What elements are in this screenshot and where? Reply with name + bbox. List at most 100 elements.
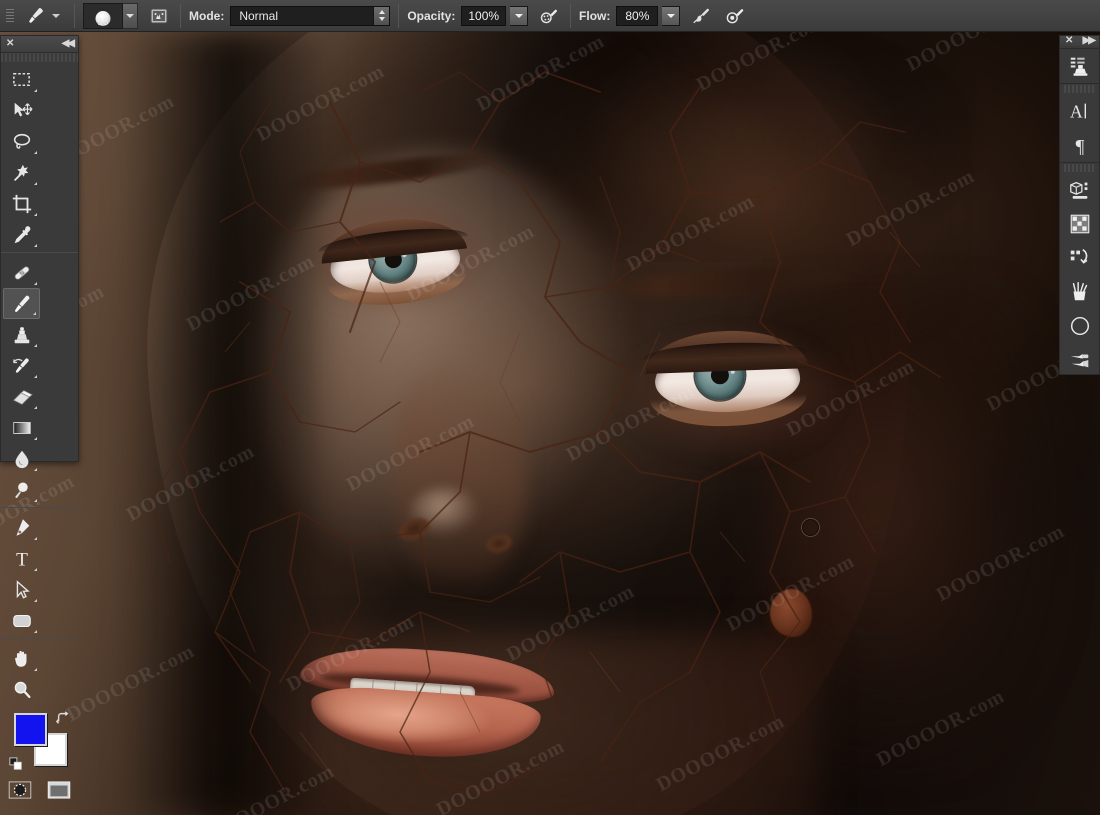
tools-panel: ✕ ◀◀ T bbox=[0, 35, 79, 799]
lips bbox=[298, 641, 560, 772]
measurement-log-panel[interactable] bbox=[1060, 207, 1099, 241]
blur-tool[interactable] bbox=[3, 443, 40, 474]
flyout-indicator bbox=[34, 406, 37, 409]
dock-grip[interactable] bbox=[1064, 164, 1095, 172]
crop-tool[interactable] bbox=[3, 188, 40, 219]
brush-panel[interactable] bbox=[1060, 343, 1099, 377]
brush-picker-button[interactable] bbox=[123, 2, 138, 29]
path-selection-tool[interactable] bbox=[3, 574, 40, 605]
options-bar-grip[interactable] bbox=[6, 5, 16, 27]
flyout-indicator bbox=[34, 568, 37, 571]
close-icon[interactable]: ✕ bbox=[6, 39, 14, 49]
document-canvas[interactable]: DOOOOR.com DOOOOR.com DOOOOR.com DOOOOR.… bbox=[0, 32, 1100, 815]
flow-value[interactable]: 80% bbox=[616, 5, 659, 26]
flyout-indicator bbox=[34, 375, 37, 378]
opacity-label: Opacity: bbox=[407, 8, 456, 23]
photoshop-window: 15 Mode: Normal Opacity: 100% Flow: 80% … bbox=[0, 0, 1100, 815]
blend-mode-value: Normal bbox=[239, 8, 278, 23]
divider bbox=[570, 3, 572, 28]
flow-slider-button[interactable] bbox=[662, 5, 681, 26]
flyout-indicator bbox=[34, 282, 37, 285]
pressure-opacity-icon[interactable] bbox=[536, 4, 562, 28]
skin-blemish bbox=[770, 589, 812, 637]
flyout-indicator bbox=[34, 89, 37, 92]
pen-tool[interactable] bbox=[3, 512, 40, 543]
flyout-indicator bbox=[34, 182, 37, 185]
flyout-indicator bbox=[34, 537, 37, 540]
dodge-tool[interactable] bbox=[3, 474, 40, 505]
rounded-rectangle-tool[interactable] bbox=[3, 605, 40, 636]
tool-grid-retouch bbox=[1, 255, 78, 505]
default-colors-icon[interactable] bbox=[9, 757, 23, 771]
eraser-tool[interactable] bbox=[3, 381, 40, 412]
flyout-indicator bbox=[34, 668, 37, 671]
dock-grip[interactable] bbox=[1064, 85, 1095, 93]
double-chevron-right-icon[interactable]: ▶▶ bbox=[1083, 36, 1096, 46]
opacity-value[interactable]: 100% bbox=[461, 5, 507, 26]
divider bbox=[398, 3, 400, 28]
eyedropper-tool[interactable] bbox=[3, 219, 40, 250]
flyout-indicator bbox=[34, 244, 37, 247]
brush-preview[interactable]: 15 bbox=[83, 2, 123, 29]
screen-mode-button[interactable] bbox=[46, 780, 72, 800]
rectangular-marquee-tool[interactable] bbox=[3, 64, 40, 95]
history-panel[interactable] bbox=[1060, 241, 1099, 275]
airbrush-icon[interactable] bbox=[722, 4, 748, 28]
mode-label: Mode: bbox=[189, 8, 225, 23]
flyout-indicator bbox=[33, 312, 36, 315]
paragraph-panel[interactable]: ¶ bbox=[1060, 128, 1099, 162]
dock-header[interactable]: ✕ ▶▶ bbox=[1060, 36, 1099, 46]
tool-grid-vector: T bbox=[1, 510, 78, 636]
foreground-color-swatch[interactable] bbox=[14, 713, 47, 746]
brush-icon[interactable] bbox=[20, 4, 50, 28]
airbrush-disabled-icon[interactable] bbox=[688, 4, 714, 28]
flow-field[interactable]: 80% bbox=[616, 5, 681, 26]
hand-tool[interactable] bbox=[3, 643, 40, 674]
double-chevron-left-icon[interactable]: ◀◀ bbox=[62, 39, 75, 49]
chevron-down-icon bbox=[666, 13, 675, 18]
divider bbox=[74, 3, 75, 28]
chevron-down-icon bbox=[514, 13, 523, 18]
panel-dock: ✕ ▶▶ A ¶ bbox=[1059, 35, 1100, 375]
character-panel[interactable]: A bbox=[1060, 94, 1099, 128]
swap-colors-icon[interactable] bbox=[56, 711, 70, 725]
tool-grid bbox=[1, 62, 78, 250]
opacity-field[interactable]: 100% bbox=[461, 5, 529, 26]
brush-panel-icon[interactable] bbox=[146, 4, 172, 28]
options-bar: 15 Mode: Normal Opacity: 100% Flow: 80% bbox=[0, 0, 1100, 32]
move-tool[interactable] bbox=[3, 95, 40, 126]
opacity-slider-button[interactable] bbox=[510, 5, 529, 26]
brush-tool[interactable] bbox=[3, 288, 40, 319]
divider bbox=[1, 638, 78, 639]
magic-wand-tool[interactable] bbox=[3, 157, 40, 188]
tool-presets-panel[interactable] bbox=[1060, 49, 1099, 83]
spot-healing-brush-tool[interactable] bbox=[3, 257, 40, 288]
blend-mode-select[interactable]: Normal bbox=[230, 5, 391, 26]
quick-mask-button[interactable] bbox=[7, 780, 33, 800]
brush-size-label: 15 bbox=[97, 16, 109, 28]
left-eye bbox=[316, 212, 470, 312]
clone-stamp-tool[interactable] bbox=[3, 319, 40, 350]
history-brush-tool[interactable] bbox=[3, 350, 40, 381]
brush-presets-panel[interactable] bbox=[1060, 275, 1099, 309]
tool-preset-chevron-down-icon[interactable] bbox=[52, 13, 60, 18]
lasso-tool[interactable] bbox=[3, 126, 40, 157]
3d-panel[interactable] bbox=[1060, 173, 1099, 207]
adjustments-panel[interactable] bbox=[1060, 309, 1099, 343]
horizontal-type-tool[interactable]: T bbox=[3, 543, 40, 574]
flyout-indicator bbox=[34, 437, 37, 440]
flow-label: Flow: bbox=[579, 8, 611, 23]
flyout-indicator bbox=[34, 151, 37, 154]
right-eye bbox=[642, 328, 811, 429]
tools-panel-grip[interactable] bbox=[1, 53, 78, 62]
tools-panel-header[interactable]: ✕ ◀◀ bbox=[1, 36, 78, 53]
flyout-indicator bbox=[34, 630, 37, 633]
dock-group-presets bbox=[1060, 48, 1099, 83]
close-icon[interactable]: ✕ bbox=[1065, 36, 1073, 46]
flyout-indicator bbox=[34, 213, 37, 216]
gradient-tool[interactable] bbox=[3, 412, 40, 443]
flyout-indicator bbox=[34, 468, 37, 471]
zoom-tool[interactable] bbox=[3, 674, 40, 705]
dock-group-type: A ¶ bbox=[1060, 83, 1099, 162]
svg-text:T: T bbox=[16, 549, 28, 570]
